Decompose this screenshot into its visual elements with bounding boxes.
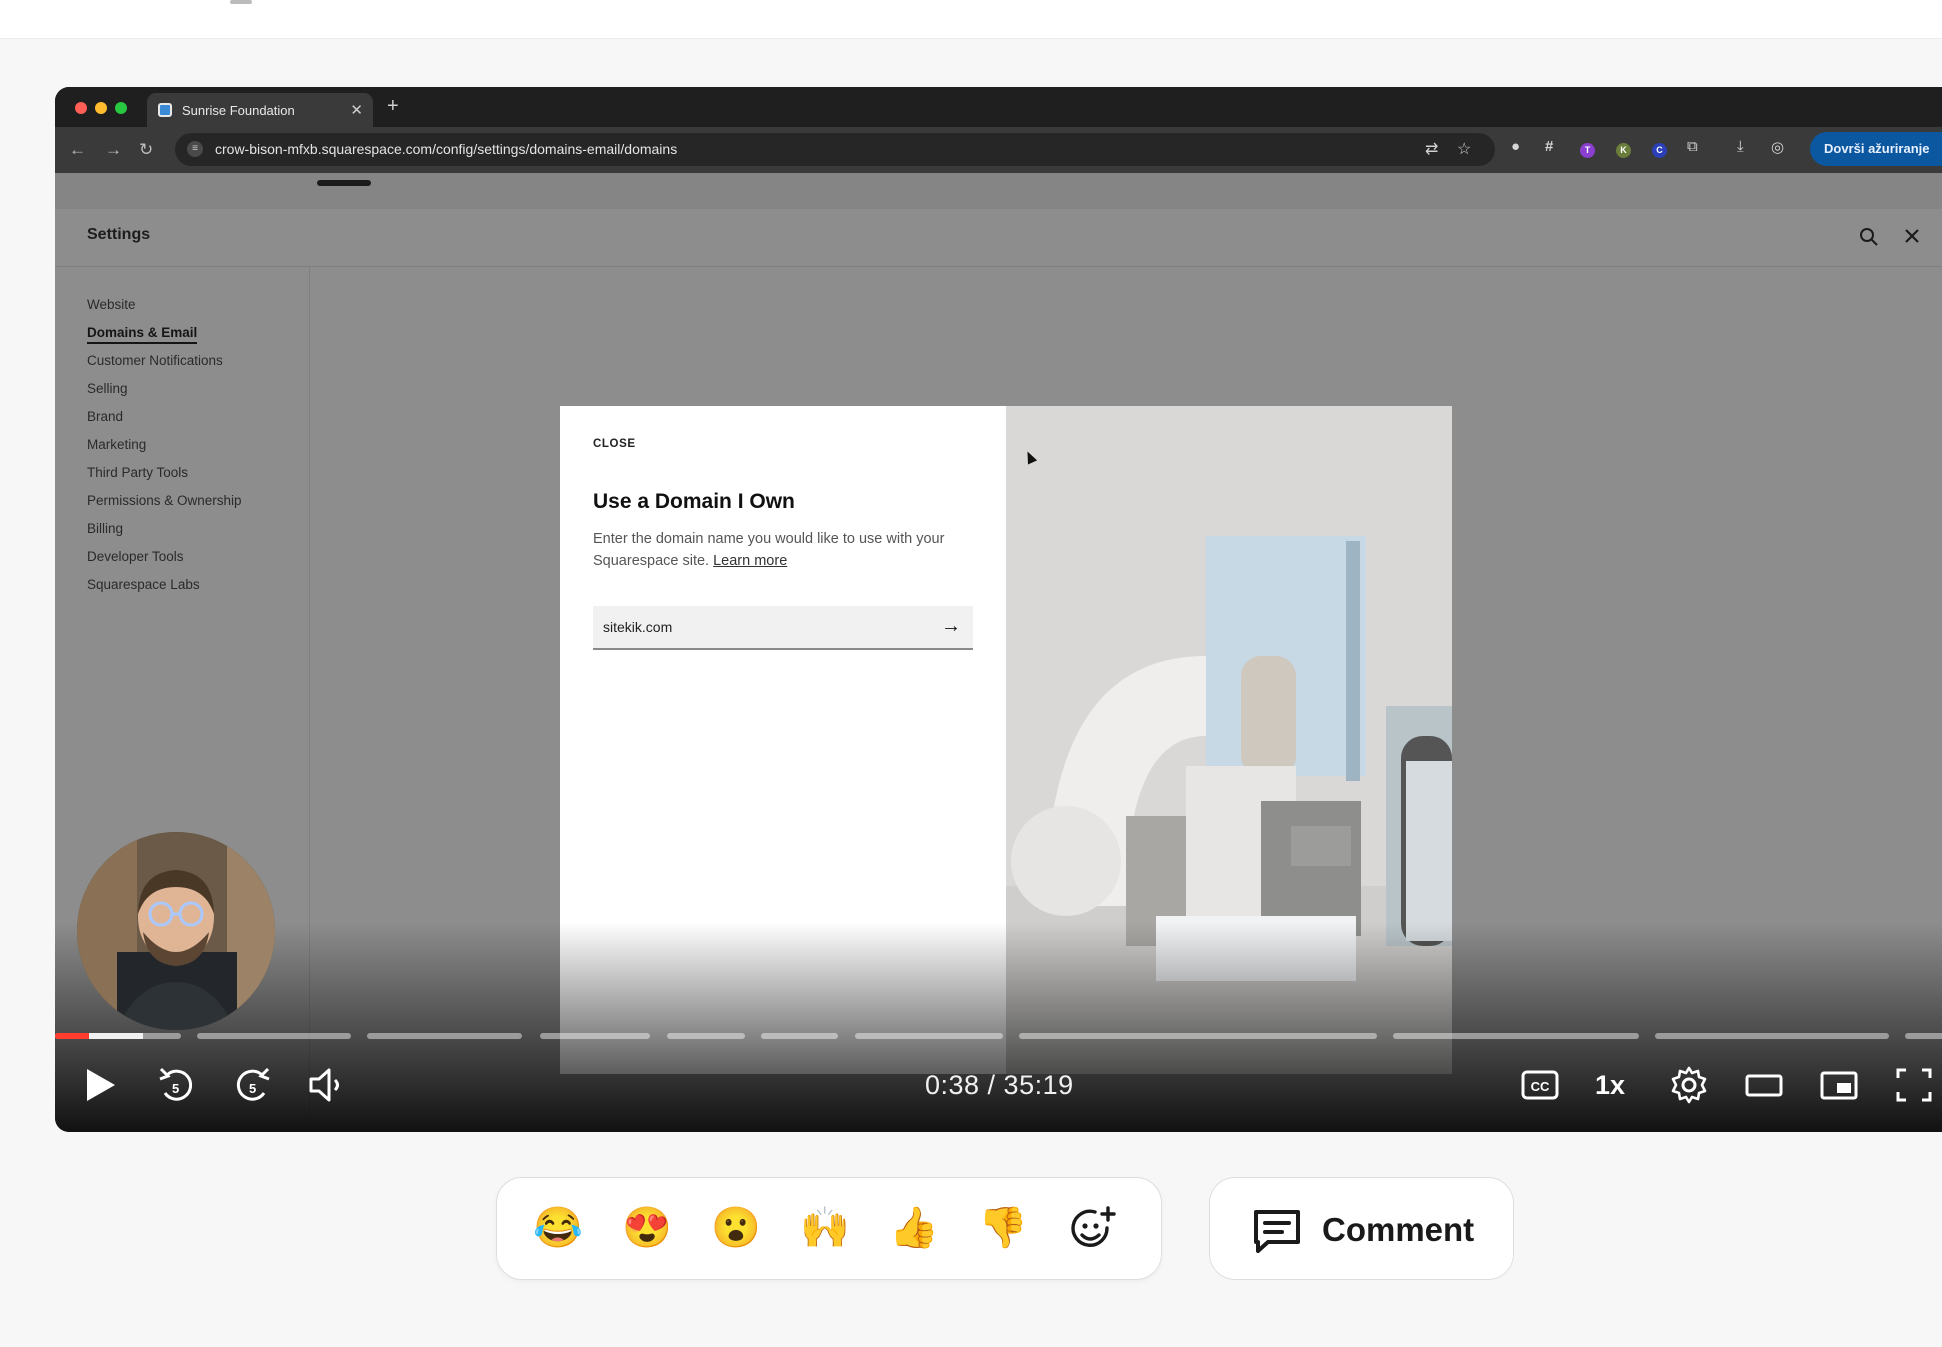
theater-mode-icon[interactable] — [1742, 1063, 1786, 1107]
chapter-segment[interactable] — [761, 1033, 838, 1039]
sidebar-item-label: Domains & Email — [87, 325, 198, 344]
sidebar-item-customer-notifications[interactable]: Customer Notifications — [87, 351, 242, 379]
sidebar-item-marketing[interactable]: Marketing — [87, 435, 242, 463]
modal-close-button[interactable]: CLOSE — [593, 438, 636, 450]
reaction-laugh[interactable]: 😂 — [533, 1206, 583, 1250]
progress-buffered — [89, 1033, 143, 1039]
settings-gear-icon[interactable] — [1667, 1063, 1711, 1107]
captions-label: CC — [1531, 1079, 1550, 1094]
bookmark-star-icon[interactable]: ☆ — [1457, 139, 1471, 159]
picture-in-picture-icon[interactable] — [1817, 1063, 1861, 1107]
settings-sidebar: Website Domains & Email Customer Notific… — [87, 295, 242, 603]
progress-track[interactable] — [55, 1033, 1942, 1039]
chapter-segment[interactable] — [1905, 1033, 1942, 1039]
sidebar-item-squarespace-labs[interactable]: Squarespace Labs — [87, 575, 242, 603]
back-icon[interactable]: ← — [69, 140, 86, 160]
add-reaction-icon[interactable] — [1067, 1204, 1119, 1256]
forward-seconds: 5 — [249, 1081, 256, 1096]
presenter-webcam-bubble[interactable] — [77, 832, 275, 1030]
domain-input-value: sitekik.com — [603, 619, 673, 635]
learn-more-link[interactable]: Learn more — [713, 553, 787, 569]
presenter-avatar — [77, 832, 275, 1030]
comment-icon — [1254, 1210, 1300, 1253]
hashtag-extension-icon[interactable]: # — [1545, 138, 1553, 155]
site-settings-icon[interactable]: ≡ — [187, 141, 203, 157]
volume-icon[interactable] — [305, 1063, 349, 1107]
extensions-puzzle-icon[interactable]: ⧉ — [1687, 138, 1698, 155]
new-tab-icon[interactable]: + — [387, 95, 399, 118]
chapter-segment[interactable] — [540, 1033, 650, 1039]
forward-icon[interactable]: → — [105, 140, 122, 160]
fullscreen-icon[interactable] — [1892, 1063, 1936, 1107]
header-divider — [55, 266, 1942, 267]
reaction-thumbs-up[interactable]: 👍 — [889, 1206, 939, 1250]
window-minimize-dot[interactable] — [95, 102, 107, 114]
chapter-segment[interactable] — [1393, 1033, 1639, 1039]
sidebar-item-domains-email[interactable]: Domains & Email — [87, 323, 242, 351]
chapter-segment[interactable] — [55, 1033, 181, 1039]
reaction-heart-eyes[interactable]: 😍 — [622, 1206, 672, 1250]
video-player[interactable]: Sunrise Foundation ✕ + ← → ↻ ≡ crow-biso… — [55, 87, 1942, 1132]
reaction-raised-hands[interactable]: 🙌 — [800, 1206, 850, 1250]
modal-title: Use a Domain I Own — [593, 490, 795, 513]
submit-arrow-icon[interactable]: → — [941, 615, 961, 638]
camera-extension-icon[interactable]: ● — [1511, 138, 1520, 155]
profile-icon[interactable]: ◎ — [1771, 138, 1784, 156]
play-button[interactable] — [83, 1063, 119, 1107]
t-extension-icon[interactable]: T — [1580, 143, 1595, 158]
address-bar[interactable]: ≡ crow-bison-mfxb.squarespace.com/config… — [175, 133, 1495, 166]
reaction-surprised[interactable]: 😮 — [711, 1206, 761, 1250]
c-extension-icon[interactable]: C — [1652, 143, 1667, 158]
tab-close-icon[interactable]: ✕ — [350, 101, 363, 119]
playback-speed-button[interactable]: 1x — [1595, 1070, 1639, 1114]
rewind-5-button[interactable]: 5 — [155, 1063, 199, 1107]
comment-label: Comment — [1322, 1211, 1475, 1248]
k-extension-icon[interactable]: K — [1616, 143, 1631, 158]
progress-played — [55, 1033, 89, 1039]
chapter-segment[interactable] — [667, 1033, 745, 1039]
close-settings-icon[interactable] — [1903, 227, 1921, 251]
sidebar-item-third-party-tools[interactable]: Third Party Tools — [87, 463, 242, 491]
sidebar-item-brand[interactable]: Brand — [87, 407, 242, 435]
reactions-bar: 😂 😍 😮 🙌 👍 👎 — [496, 1177, 1162, 1280]
tab-title: Sunrise Foundation — [182, 103, 295, 118]
reload-icon[interactable]: ↻ — [139, 140, 153, 160]
chapter-segment[interactable] — [367, 1033, 522, 1039]
browser-toolbar: ← → ↻ ≡ crow-bison-mfxb.squarespace.com/… — [55, 127, 1942, 173]
translate-icon[interactable]: ⇄ — [1425, 139, 1438, 159]
settings-title: Settings — [87, 226, 151, 243]
browser-tab-bar: Sunrise Foundation ✕ + — [55, 87, 1942, 127]
comment-button[interactable]: Comment — [1209, 1177, 1514, 1280]
sidebar-item-billing[interactable]: Billing — [87, 519, 242, 547]
search-icon[interactable] — [1859, 227, 1879, 253]
chapter-segment[interactable] — [1019, 1033, 1377, 1039]
chapter-segment[interactable] — [197, 1033, 351, 1039]
sidebar-item-permissions-ownership[interactable]: Permissions & Ownership — [87, 491, 242, 519]
address-url: crow-bison-mfxb.squarespace.com/config/s… — [215, 141, 678, 157]
tab-favicon-icon — [158, 103, 172, 117]
page-top-marker — [317, 180, 371, 186]
sidebar-item-selling[interactable]: Selling — [87, 379, 242, 407]
window-zoom-dot[interactable] — [115, 102, 127, 114]
page-top-strip — [0, 0, 1942, 39]
forward-5-button[interactable]: 5 — [230, 1063, 274, 1107]
rewind-seconds: 5 — [172, 1081, 179, 1096]
downloads-icon[interactable]: ⤓ — [1737, 138, 1744, 155]
top-strip-fragment — [230, 0, 252, 4]
captions-button[interactable]: CC — [1518, 1063, 1562, 1107]
chapter-segment[interactable] — [855, 1033, 1003, 1039]
sidebar-item-developer-tools[interactable]: Developer Tools — [87, 547, 242, 575]
modal-description: Enter the domain name you would like to … — [593, 528, 973, 572]
time-display: 0:38 / 35:19 — [925, 1070, 1074, 1100]
domain-input[interactable]: sitekik.com → — [593, 606, 973, 650]
window-close-dot[interactable] — [75, 102, 87, 114]
update-browser-button[interactable]: Dovrši ažuriranje — [1810, 132, 1942, 166]
page-top-band — [55, 173, 1942, 209]
browser-tab[interactable]: Sunrise Foundation ✕ — [147, 93, 373, 127]
chapter-segment[interactable] — [1655, 1033, 1889, 1039]
sidebar-item-website[interactable]: Website — [87, 295, 242, 323]
reaction-thumbs-down[interactable]: 👎 — [978, 1206, 1028, 1250]
